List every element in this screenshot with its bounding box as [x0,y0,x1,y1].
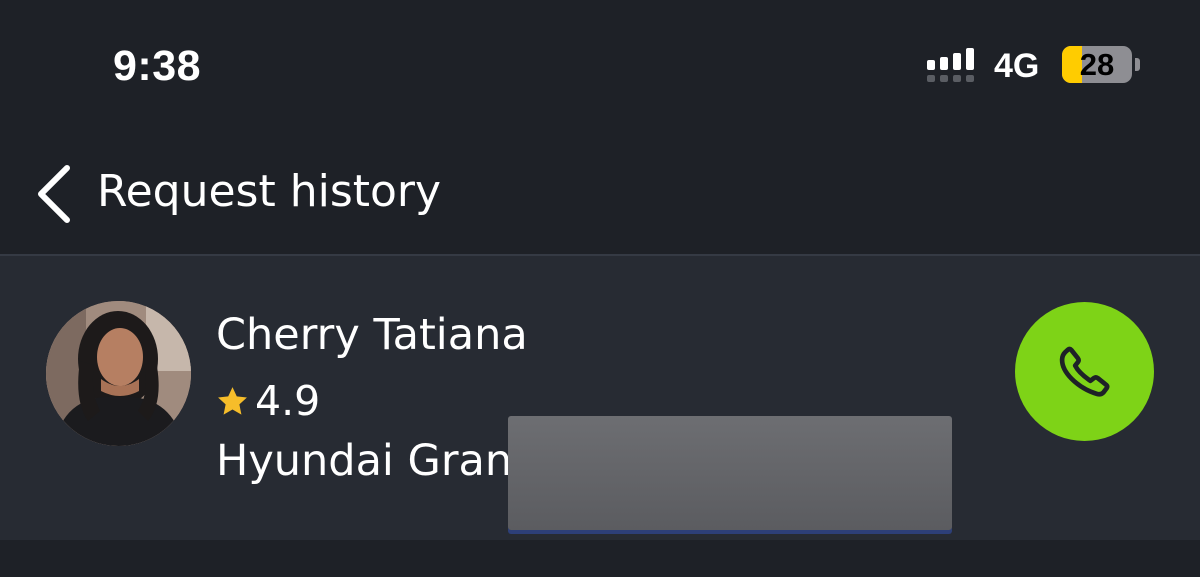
vehicle-name: Hyundai Gran [216,436,513,486]
driver-name: Cherry Tatiana [216,310,528,360]
status-bar: 9:38 4G 28 [0,0,1200,130]
battery-icon: 28 [1062,46,1132,83]
status-time: 9:38 [113,42,202,90]
page-title: Request history [97,166,442,217]
rating-value: 4.9 [255,377,321,425]
call-button[interactable] [1015,302,1154,441]
bottom-area [0,540,1200,577]
redaction-box [508,416,952,530]
avatar [46,301,191,446]
avatar-photo [46,301,191,446]
nav-bar: Request history [0,130,1200,254]
back-button[interactable] [28,158,88,230]
network-type-label: 4G [994,47,1040,85]
cellular-signal-icon [927,48,974,82]
driver-rating: 4.9 [216,374,320,428]
phone-icon [1059,346,1110,397]
battery-level: 28 [1079,47,1115,82]
star-icon [218,386,247,415]
driver-card: Cherry Tatiana 4.9 Hyundai Gran [0,256,1200,540]
chevron-left-icon [38,165,70,223]
battery-cap [1135,58,1140,71]
